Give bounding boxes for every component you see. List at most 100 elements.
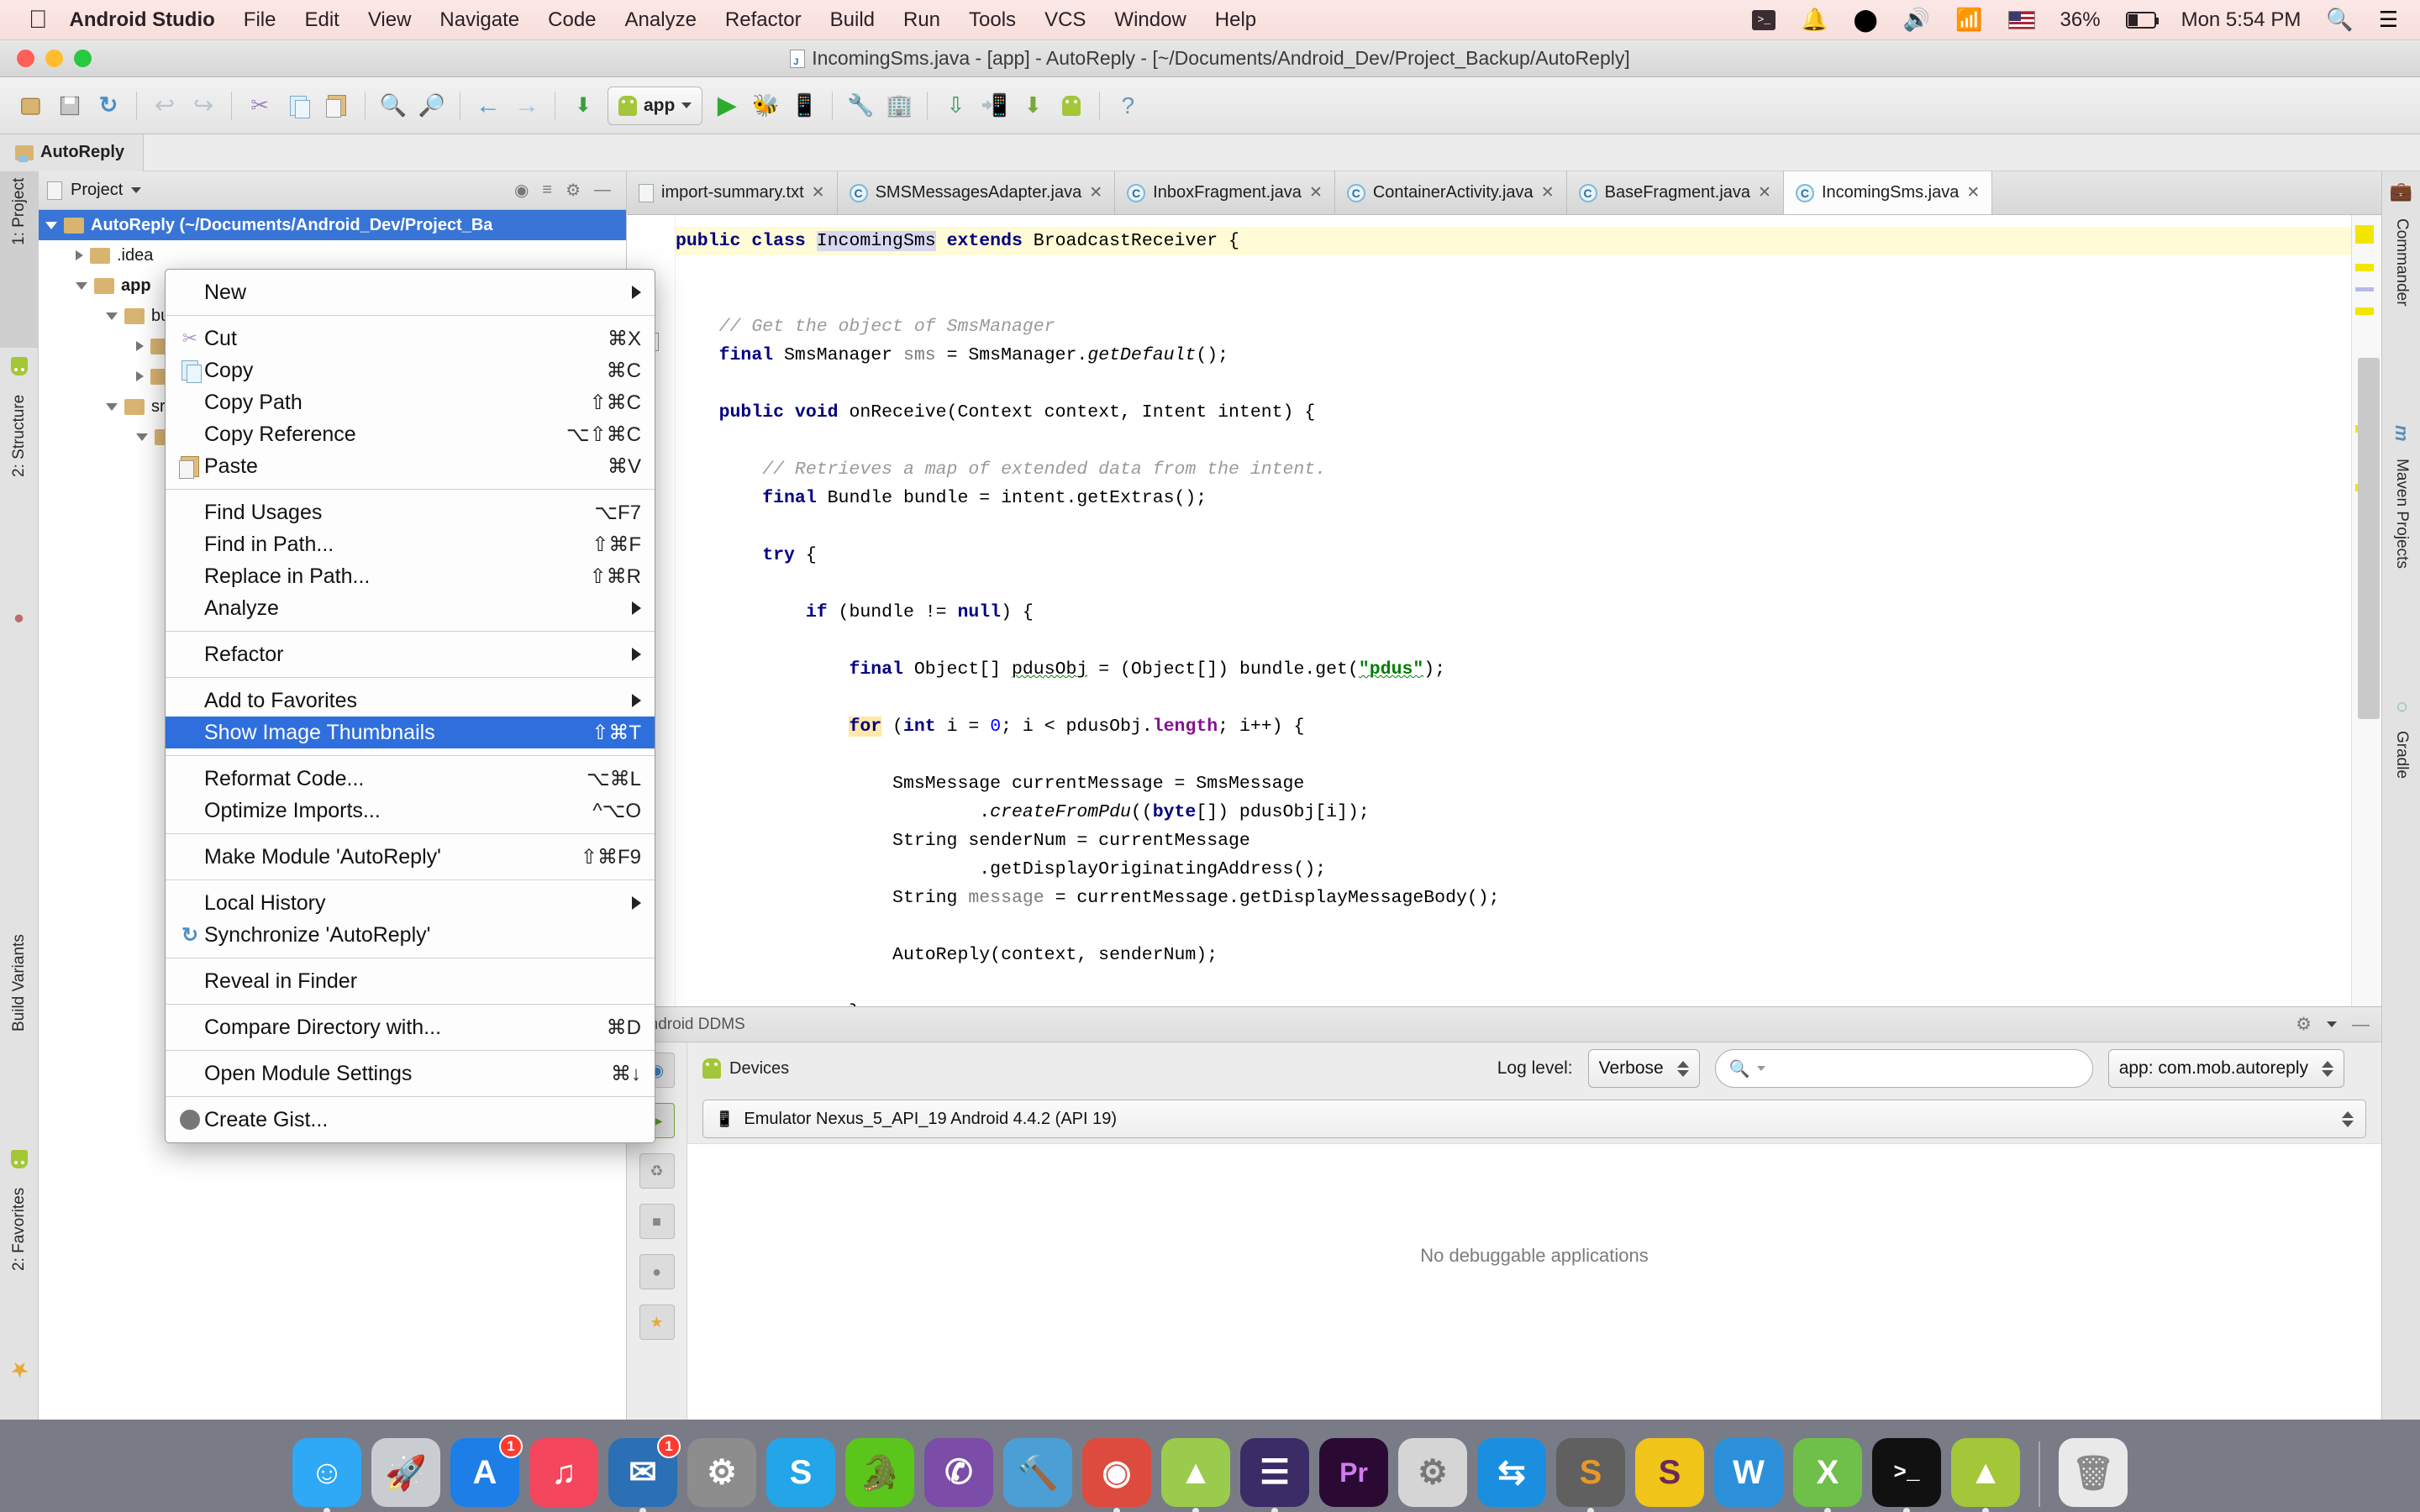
dock-item-webstorm-icon[interactable]: ☰ — [1240, 1438, 1309, 1507]
sidebar-item-project[interactable]: 1: Project — [0, 171, 39, 348]
chevron-down-icon[interactable] — [1757, 1066, 1765, 1071]
menu-item-reformat-code[interactable]: Reformat Code... ⌥⌘L — [166, 763, 655, 795]
sync-gradle-icon[interactable]: ⇩ — [936, 87, 975, 125]
dock-item-xcode-icon[interactable]: 🔨 — [1003, 1438, 1072, 1507]
menu-navigate[interactable]: Navigate — [439, 8, 519, 32]
star-icon[interactable]: ★ — [0, 1351, 39, 1388]
log-level-select[interactable]: Verbose — [1588, 1049, 1700, 1088]
download-icon[interactable]: ⬇ — [1013, 87, 1052, 125]
menu-item-create-gist[interactable]: Create Gist... — [166, 1104, 655, 1136]
dock-item-finder-icon[interactable]: ☺ — [292, 1438, 361, 1507]
breadcrumb-item-autoreply[interactable]: AutoReply — [0, 134, 144, 171]
structure-graph-icon[interactable]: ● — [0, 601, 39, 638]
dock-item-premiere-icon[interactable]: Pr — [1319, 1438, 1388, 1507]
menu-item-compare-directory-with[interactable]: Compare Directory with... ⌘D — [166, 1011, 655, 1043]
battery-percent[interactable]: 36% — [2060, 8, 2101, 32]
dock-item-iterm-icon[interactable]: >_ — [1872, 1438, 1941, 1507]
code-text[interactable]: public class IncomingSms extends Broadca… — [676, 215, 2351, 1006]
gc-icon[interactable]: ♻ — [639, 1153, 675, 1189]
settings-gear-icon[interactable]: ⚙ — [2296, 1014, 2312, 1035]
expand-arrow-icon[interactable] — [106, 403, 118, 411]
app-filter-select[interactable]: app: com.mob.autoreply — [2108, 1049, 2344, 1088]
sidebar-item-gradle[interactable]: Gradle — [2382, 724, 2420, 850]
menu-item-optimize-imports[interactable]: Optimize Imports... ^⌥O — [166, 795, 655, 827]
dock-item-word-icon[interactable]: W — [1714, 1438, 1783, 1507]
collapse-all-icon[interactable]: ≡ — [542, 181, 552, 200]
compile-icon[interactable]: ⬇ — [564, 87, 602, 125]
code-editor[interactable]: − public class IncomingSms extends Broad… — [627, 215, 2381, 1006]
dock-item-viber-icon[interactable]: ✆ — [924, 1438, 993, 1507]
menu-item-cut[interactable]: ✂ Cut ⌘X — [166, 323, 655, 354]
menu-item-copy-path[interactable]: Copy Path ⇧⌘C — [166, 386, 655, 418]
close-icon[interactable]: ✕ — [1309, 183, 1323, 202]
expand-arrow-icon[interactable] — [136, 433, 148, 441]
forward-icon[interactable]: → — [508, 87, 546, 125]
menu-file[interactable]: File — [244, 8, 276, 32]
clock[interactable]: Mon 5:54 PM — [2181, 8, 2302, 32]
dock-item-superduper-icon[interactable]: S — [1556, 1438, 1625, 1507]
volume-icon[interactable]: 🔊 — [1903, 7, 1930, 33]
maven-icon[interactable]: m — [2382, 415, 2420, 452]
dock-item-trash-icon[interactable]: 🗑 — [2059, 1438, 2128, 1507]
input-language-flag-icon[interactable] — [2008, 11, 2035, 29]
logcat-search-input[interactable]: 🔍 — [1715, 1049, 2093, 1088]
gradle-icon[interactable]: ◌ — [2382, 687, 2420, 724]
avd-icon[interactable]: 📲 — [975, 87, 1013, 125]
menu-item-make-module[interactable]: Make Module 'AutoReply' ⇧⌘F9 — [166, 841, 655, 873]
menu-item-paste[interactable]: Paste ⌘V — [166, 450, 655, 482]
sdk-manager-icon[interactable]: 🔧 — [841, 87, 880, 125]
replace-icon[interactable]: 🔎 — [413, 87, 451, 125]
menu-item-reveal-in-finder[interactable]: Reveal in Finder — [166, 965, 655, 997]
menu-view[interactable]: View — [368, 8, 412, 32]
tab-containeractivity-java[interactable]: C ContainerActivity.java ✕ — [1335, 171, 1567, 214]
heap-dump-icon[interactable]: ■ — [639, 1204, 675, 1239]
dock-item-sublime-icon[interactable]: S — [1635, 1438, 1704, 1507]
tab-inboxfragment-java[interactable]: C InboxFragment.java ✕ — [1115, 171, 1335, 214]
attach-debugger-icon[interactable]: 📱 — [785, 87, 823, 125]
expand-arrow-icon[interactable] — [76, 250, 83, 260]
chevron-down-icon[interactable] — [2327, 1021, 2337, 1027]
locate-icon[interactable]: ◉ — [514, 180, 529, 201]
dock-item-chrome-icon[interactable]: ◉ — [1082, 1438, 1151, 1507]
menu-item-find-in-path[interactable]: Find in Path... ⇧⌘F — [166, 528, 655, 560]
expand-arrow-icon[interactable] — [45, 222, 57, 229]
undo-icon[interactable]: ↩ — [145, 87, 184, 125]
dock-item-settings-app-icon[interactable]: ⚙ — [1398, 1438, 1467, 1507]
open-icon[interactable] — [12, 87, 50, 125]
dock-item-evernote-icon[interactable]: 🐊 — [845, 1438, 914, 1507]
menu-item-synchronize[interactable]: ↻ Synchronize 'AutoReply' — [166, 919, 655, 951]
zoom-window-button[interactable] — [74, 50, 92, 67]
android-icon[interactable] — [0, 1141, 39, 1178]
minimize-window-button[interactable] — [45, 50, 63, 67]
search-icon[interactable]: 🔍 — [2326, 7, 2353, 33]
dock-item-android-studio-icon[interactable]: ▲ — [1161, 1438, 1230, 1507]
back-icon[interactable]: ← — [469, 87, 508, 125]
device-select[interactable]: 📱 Emulator Nexus_5_API_19 Android 4.4.2 … — [702, 1100, 2366, 1138]
allocation-tracker-icon[interactable]: ● — [639, 1254, 675, 1289]
expand-arrow-icon[interactable] — [76, 282, 87, 290]
hide-panel-icon[interactable]: — — [594, 181, 611, 200]
dock-item-app-store-icon[interactable]: A1 — [450, 1438, 519, 1507]
close-icon[interactable]: ✕ — [1089, 183, 1102, 202]
menu-item-new[interactable]: New — [166, 276, 655, 308]
list-icon[interactable]: ☰ — [2379, 7, 2398, 33]
find-icon[interactable]: 🔍 — [374, 87, 413, 125]
android-icon[interactable] — [1052, 87, 1091, 125]
expand-arrow-icon[interactable] — [106, 312, 118, 320]
dock-item-thunderbird-icon[interactable]: ✉1 — [608, 1438, 677, 1507]
menu-item-refactor[interactable]: Refactor — [166, 638, 655, 670]
menu-code[interactable]: Code — [548, 8, 596, 32]
menu-android-studio[interactable]: Android Studio — [70, 8, 215, 32]
wifi-icon[interactable]: 📶 — [1955, 7, 1982, 33]
battery-icon[interactable] — [2126, 12, 2156, 29]
dropbox-icon[interactable]: ⬤ — [1854, 7, 1878, 33]
dock-item-teamviewer-icon[interactable]: ⇆ — [1477, 1438, 1546, 1507]
debug-icon[interactable]: 🐝 — [746, 87, 785, 125]
sidebar-item-maven-projects[interactable]: Maven Projects — [2382, 452, 2420, 670]
expand-arrow-icon[interactable] — [136, 371, 144, 381]
sidebar-item-favorites[interactable]: 2: Favorites — [0, 1181, 39, 1349]
close-icon[interactable]: ✕ — [1541, 183, 1555, 202]
menu-item-local-history[interactable]: Local History — [166, 887, 655, 919]
save-icon[interactable] — [50, 87, 89, 125]
menu-vcs[interactable]: VCS — [1044, 8, 1086, 32]
